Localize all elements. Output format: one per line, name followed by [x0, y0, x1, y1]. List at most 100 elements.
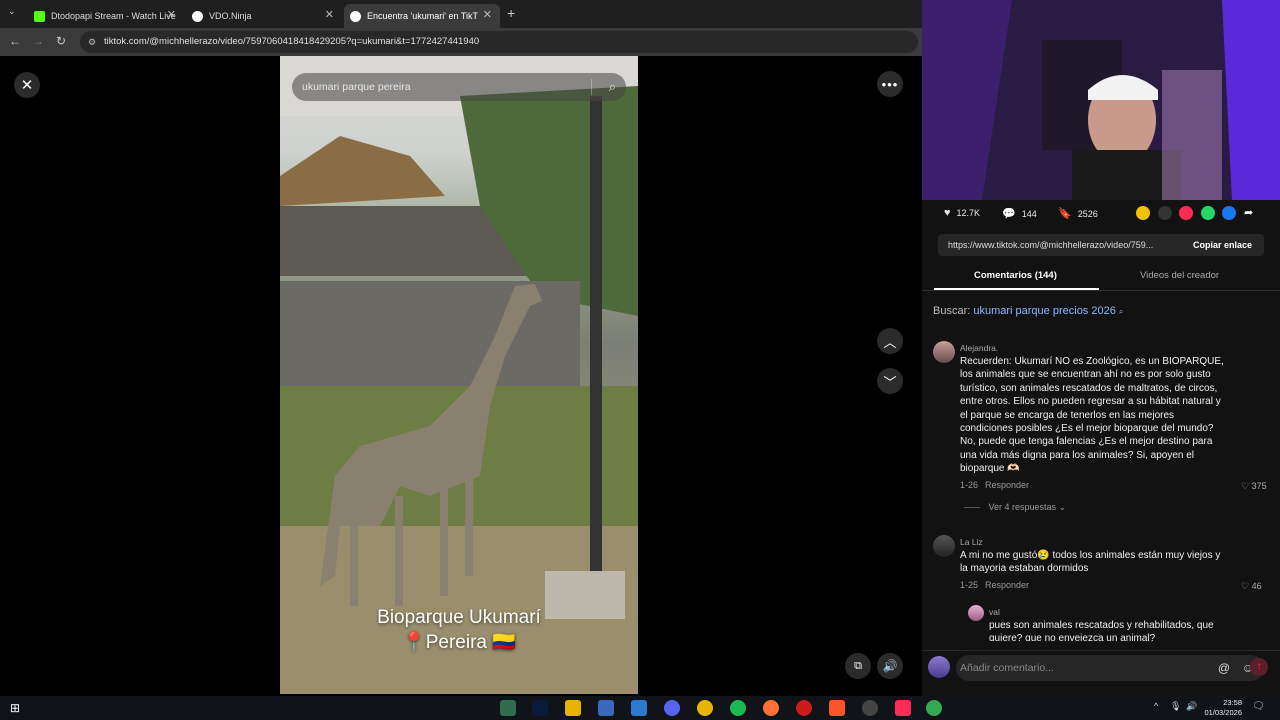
close-tab-icon[interactable]: ✕ [325, 8, 334, 21]
comment-line: la mayoria estaban dormidos [960, 563, 1089, 575]
back-button[interactable]: ← [9, 34, 21, 48]
opera-icon[interactable] [796, 700, 812, 716]
url-text: tiktok.com/@michhellerazo/video/75970604… [104, 36, 480, 47]
comment-line: turístico, son animales rescatados de ma… [960, 382, 1218, 394]
comment-line: bioparque 🫶🏻 [960, 463, 1020, 475]
windows-taskbar: ⊞ ^ 🎙 🔊 23:58 01/03/2026 🗨 [0, 696, 1280, 720]
chevron-up-icon: ︿ [883, 334, 897, 350]
tab-label: Encuentra 'ukumari' en TikT [367, 11, 478, 21]
video-player[interactable] [280, 56, 638, 694]
notifications-icon[interactable]: 🗨 [1252, 701, 1265, 712]
mail-icon[interactable] [631, 700, 647, 716]
discord-icon[interactable] [664, 700, 680, 716]
calculator-icon[interactable] [598, 700, 614, 716]
comment-username[interactable]: La Liz [960, 537, 983, 547]
picture-in-picture-button[interactable]: ⧉ [845, 653, 871, 679]
avatar[interactable] [933, 535, 955, 557]
comment-input[interactable]: Añadir comentario... @ ☺ [956, 655, 1264, 681]
comment-text: Recuerden: Ukumarí NO es Zoológico, es u… [960, 355, 1250, 476]
browser-tab-tiktok[interactable]: Encuentra 'ukumari' en TikT ✕ [344, 4, 500, 28]
facebook-icon[interactable] [1222, 206, 1236, 220]
heart-outline-icon: ♡ [1241, 481, 1250, 491]
comment-input-placeholder: Añadir comentario... [960, 662, 1054, 674]
next-video-button[interactable]: ﹀ [877, 368, 903, 394]
new-tab-button[interactable]: + [507, 5, 515, 21]
search-icon[interactable]: ⌕ [609, 73, 616, 101]
whatsapp-icon[interactable] [1201, 206, 1215, 220]
comment-date: 1-25 [960, 580, 979, 590]
share-link-row: https://www.tiktok.com/@michhellerazo/vi… [938, 234, 1264, 256]
url-field[interactable]: ⚙ tiktok.com/@michhellerazo/video/759706… [80, 31, 918, 53]
pip-icon: ⧉ [854, 659, 862, 672]
system-clock[interactable]: 23:58 01/03/2026 [1204, 698, 1242, 718]
chrome-active-icon[interactable] [926, 700, 942, 716]
kick-icon [34, 10, 45, 22]
tab-label: VDO.Ninja [209, 11, 252, 21]
view-replies-label: Ver 4 respuestas [988, 502, 1057, 512]
app-icon[interactable] [500, 700, 516, 716]
webcam-image [922, 0, 1280, 200]
brave-icon[interactable] [829, 700, 845, 716]
video-search-input[interactable]: ukumari parque pereira ⌕ [292, 73, 626, 101]
reply-button[interactable]: Responder [985, 580, 1029, 590]
like-count: 12.7K [956, 208, 981, 218]
coin-icon[interactable] [1136, 206, 1150, 220]
comment-line: quiere? que no envejezca un animal? [989, 633, 1156, 641]
comment-username[interactable]: Alejandra. [960, 343, 998, 353]
more-options-button[interactable]: ••• [877, 71, 903, 97]
copy-link-button[interactable]: Copiar enlace [1181, 234, 1264, 256]
browser-tab-kick[interactable]: Dtodopapi Stream - Watch Live ✕ [28, 4, 184, 28]
comment-like-button[interactable]: ♡ 46 [1241, 581, 1262, 592]
obs-icon[interactable] [862, 700, 878, 716]
tab-label: Dtodopapi Stream - Watch Live [51, 11, 176, 21]
tab-creator-videos[interactable]: Videos del creador [1140, 270, 1219, 281]
forward-button[interactable]: → [32, 34, 44, 48]
comment-text: A mi no me gustó😢 todos los animales est… [960, 549, 1250, 576]
close-tab-icon[interactable]: ✕ [167, 8, 176, 21]
firefox-icon[interactable] [763, 700, 779, 716]
tab-search-icon[interactable]: ⌄ [8, 6, 16, 17]
close-video-button[interactable]: ✕ [14, 72, 40, 98]
send-icon[interactable] [1179, 206, 1193, 220]
comment-line: condiciones posibles ¿Es el mejor biopar… [960, 423, 1214, 435]
spotify-icon[interactable] [730, 700, 746, 716]
photoshop-icon[interactable] [532, 700, 548, 716]
reply-button[interactable]: Responder [985, 480, 1029, 490]
comment-line: Recuerden: Ukumarí NO es Zoológico, es u… [960, 356, 1224, 367]
tiktok-icon[interactable] [895, 700, 911, 716]
close-tab-icon[interactable]: ✕ [483, 8, 492, 21]
post-comment-button[interactable]: ↑ [1250, 658, 1268, 676]
like-button[interactable]: ♥ 12.7K [944, 207, 980, 219]
comment-date: 1-26 [960, 480, 979, 490]
tab-comments[interactable]: Comentarios (144) [974, 270, 1057, 281]
comment-like-button[interactable]: ♡ 375 [1241, 481, 1267, 492]
microphone-icon[interactable]: 🎙 [1170, 701, 1181, 712]
video-caption: Bioparque Ukumarí 📍Pereira 🇨🇴 [280, 605, 638, 655]
arrow-up-icon: ↑ [1256, 661, 1262, 672]
browser-tab-vdo[interactable]: VDO.Ninja ✕ [186, 4, 342, 28]
comment-like-count: 46 [1251, 581, 1262, 591]
avatar[interactable] [933, 341, 955, 363]
view-replies-button[interactable]: Ver 4 respuestas ⌄ [964, 502, 1066, 513]
tiktok-video-page: ✕ ukumari parque pereira ⌕ Bioparque Uku… [0, 56, 922, 696]
chrome-icon[interactable] [697, 700, 713, 716]
chevron-up-icon[interactable]: ^ [1154, 701, 1158, 711]
share-arrow-icon[interactable]: ➦ [1244, 206, 1253, 219]
avatar[interactable] [968, 605, 984, 621]
save-button[interactable]: 🔖 2526 [1058, 207, 1098, 220]
previous-video-button[interactable]: ︿ [877, 328, 903, 354]
address-bar-row: ← → ↻ ⚙ tiktok.com/@michhellerazo/video/… [0, 28, 922, 56]
embed-icon[interactable] [1158, 206, 1172, 220]
comment-username[interactable]: val [989, 607, 1000, 617]
site-info-icon[interactable]: ⚙ [88, 31, 96, 53]
mention-icon[interactable]: @ [1218, 655, 1230, 681]
search-suggestion[interactable]: Buscar: ukumari parque precios 2026 ⌕ [933, 305, 1123, 317]
reload-button[interactable]: ↻ [56, 34, 66, 48]
volume-button[interactable]: 🔊 [877, 653, 903, 679]
streamer-webcam [922, 0, 1280, 200]
volume-icon[interactable]: 🔊 [1186, 701, 1197, 712]
windows-start-icon[interactable]: ⊞ [10, 701, 20, 715]
comment-button[interactable]: 💬 144 [1002, 207, 1037, 220]
file-explorer-icon[interactable] [565, 700, 581, 716]
comment-line: los animales que se encuentran ahí no es… [960, 369, 1211, 381]
